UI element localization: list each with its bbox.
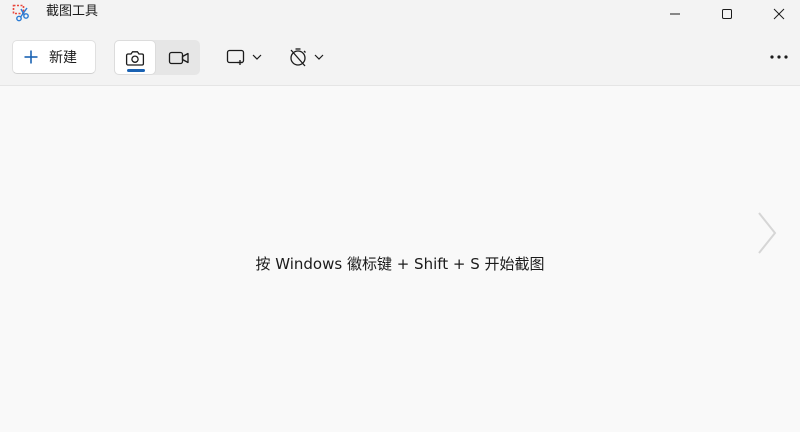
maximize-icon <box>722 9 732 19</box>
snip-shape-dropdown[interactable] <box>226 42 264 72</box>
maximize-button[interactable] <box>704 0 750 28</box>
shortcut-hint: 按 Windows 徽标键 + Shift + S 开始截图 <box>255 255 545 273</box>
no-delay-timer-icon <box>290 48 306 67</box>
minimize-button[interactable] <box>652 0 698 28</box>
new-snip-label: 新建 <box>49 50 77 66</box>
selected-mode-indicator <box>127 69 145 72</box>
close-button[interactable] <box>756 0 800 28</box>
close-icon <box>773 8 785 20</box>
main-canvas: 按 Windows 徽标键 + Shift + S 开始截图 <box>0 87 800 432</box>
more-options-button[interactable] <box>764 42 794 72</box>
snipping-tool-window: 截图工具 新建 按 Windows 徽标键 + Shift + S 开始截图 <box>0 0 800 432</box>
plus-icon <box>24 50 38 64</box>
chevron-down-icon <box>314 54 324 60</box>
more-icon <box>770 55 788 59</box>
window-title: 截图工具 <box>46 4 99 19</box>
capture-mode-toggle <box>114 40 200 75</box>
chevron-down-icon <box>252 54 262 60</box>
title-bar[interactable]: 截图工具 <box>0 0 800 28</box>
snip-mode-button[interactable] <box>114 40 156 75</box>
record-mode-button[interactable] <box>158 40 200 75</box>
snipping-tool-app-icon <box>12 4 30 22</box>
minimize-icon <box>670 13 680 15</box>
new-snip-button[interactable]: 新建 <box>12 40 96 74</box>
camera-icon <box>125 50 145 66</box>
video-camera-icon <box>168 51 189 64</box>
toolbar: 新建 <box>0 28 800 86</box>
rectangle-snip-icon <box>226 49 245 65</box>
chevron-right-icon[interactable] <box>752 209 782 257</box>
delay-timer-dropdown[interactable] <box>288 42 328 72</box>
